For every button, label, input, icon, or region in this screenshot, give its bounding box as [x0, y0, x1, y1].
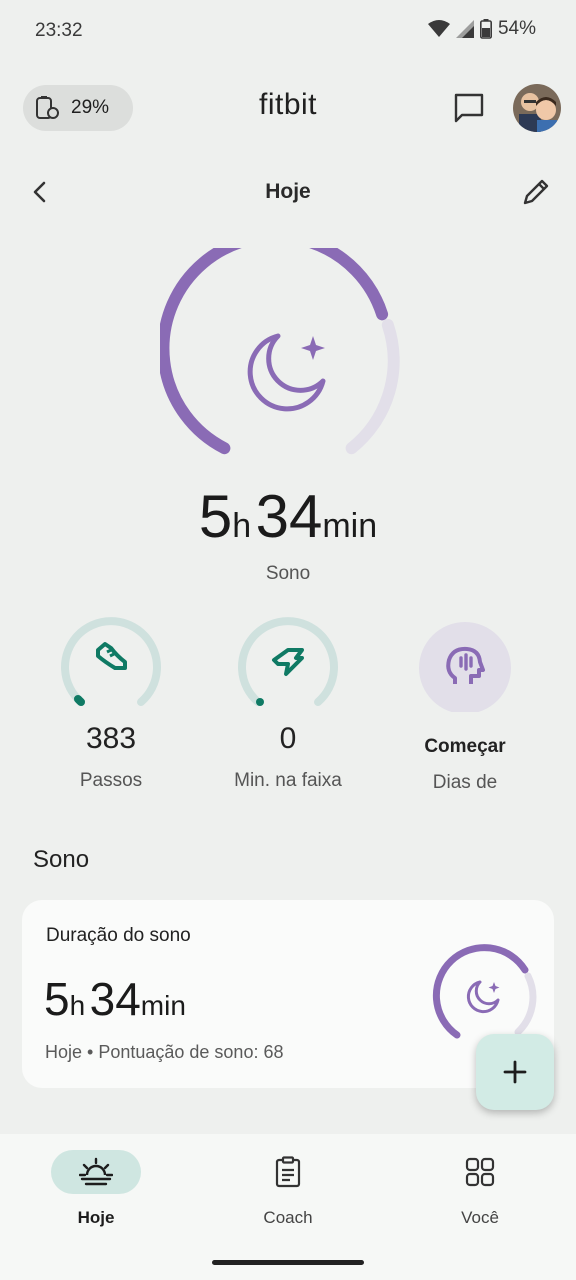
- add-fab-button[interactable]: [476, 1034, 554, 1110]
- mindfulness-start[interactable]: Começar: [390, 736, 540, 758]
- wifi-icon: [427, 20, 450, 37]
- nav-item-today[interactable]: Hoje: [1, 1150, 191, 1228]
- app-title: fitbit: [258, 88, 318, 121]
- card-minutes-unit: min: [140, 990, 186, 1021]
- avatar[interactable]: [513, 84, 561, 132]
- zone-minutes-ring: [238, 617, 338, 706]
- sleep-progress-ring[interactable]: [160, 248, 416, 480]
- sleep-minutes: 34: [255, 483, 323, 550]
- sleep-duration-value: 5h 34min: [0, 482, 576, 551]
- moon-star-icon: [247, 333, 326, 412]
- plus-icon: [503, 1060, 527, 1084]
- steps-label: Passos: [79, 770, 143, 791]
- zone-arrow-icon: [272, 648, 304, 676]
- status-time: 23:32: [35, 20, 83, 41]
- zone-minutes-stat[interactable]: 0 Min. na faixa: [213, 612, 363, 792]
- battery-percent: 54%: [497, 18, 536, 39]
- zone-minutes-value: 0: [279, 722, 297, 755]
- card-hours-unit: h: [69, 990, 86, 1021]
- sunrise-icon: [79, 1157, 113, 1186]
- card-subtitle: Hoje • Pontuação de sono: 68: [45, 1042, 284, 1062]
- nav-item-you[interactable]: Você: [385, 1150, 575, 1228]
- date-title: Hoje: [265, 180, 311, 203]
- nav-item-coach[interactable]: Coach: [193, 1150, 383, 1228]
- nav-today-pill: [51, 1150, 141, 1194]
- mindfulness-badge: [419, 622, 511, 712]
- card-sleep-ring: [432, 944, 537, 1039]
- card-hours: 5: [44, 973, 70, 1025]
- mindfulness-stat[interactable]: Começar Dias de: [390, 612, 540, 794]
- card-title: Duração do sono: [46, 925, 191, 946]
- section-title: Sono: [33, 846, 90, 873]
- zone-minutes-label: Min. na faixa: [234, 770, 342, 791]
- nav-you-label: Você: [461, 1208, 499, 1227]
- grid-icon: [465, 1157, 495, 1187]
- gesture-handle[interactable]: [212, 1260, 364, 1265]
- nav-today-label: Hoje: [77, 1208, 115, 1227]
- messages-icon[interactable]: [452, 91, 486, 125]
- steps-stat[interactable]: 383 Passos: [36, 612, 186, 792]
- sleep-label: Sono: [265, 563, 311, 584]
- steps-value: 383: [85, 722, 137, 755]
- shoe-icon: [96, 642, 127, 670]
- sleep-minutes-unit: min: [322, 507, 378, 545]
- nav-coach-label: Coach: [263, 1208, 313, 1227]
- clipboard-icon: [275, 1156, 301, 1188]
- edit-pencil-icon[interactable]: [520, 176, 552, 208]
- nav-coach-pill: [243, 1150, 333, 1194]
- sleep-hours: 5: [198, 483, 233, 550]
- signal-icon: [455, 20, 474, 38]
- steps-ring: [61, 617, 161, 706]
- avatar-image: [513, 84, 561, 132]
- mindfulness-label: Dias de: [432, 772, 498, 793]
- card-moon-icon: [466, 980, 500, 1014]
- card-sleep-value: 5h 34min: [44, 972, 186, 1026]
- card-minutes: 34: [89, 973, 141, 1025]
- sleep-hours-unit: h: [232, 507, 252, 545]
- nav-you-pill: [435, 1150, 525, 1194]
- battery-icon: [479, 19, 492, 39]
- status-icons: 54%: [427, 18, 536, 40]
